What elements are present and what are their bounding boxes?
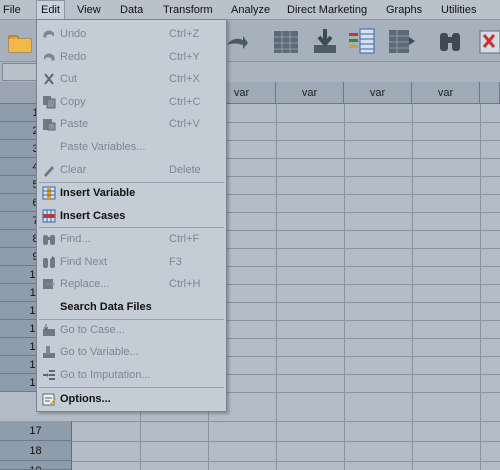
variables-icon[interactable] (346, 25, 378, 57)
menu-item-find[interactable]: Find... Ctrl+F (37, 228, 226, 250)
menu-item-label: Options... (60, 393, 111, 405)
menu-item-label: Go to Imputation... (60, 369, 151, 381)
menu-item-shortcut: Ctrl+V (169, 118, 200, 130)
menu-item-redo[interactable]: Redo Ctrl+Y (37, 46, 226, 68)
split-file-icon[interactable] (385, 25, 417, 57)
menu-item-label: Search Data Files (60, 301, 152, 313)
menu-item-label: Paste (60, 118, 89, 130)
edit-menu-dropdown: Undo Ctrl+Z Redo Ctrl+Y Cut Ctrl+X Copy … (36, 19, 227, 412)
go-to-case-icon (42, 323, 56, 337)
menu-item-label: Clear (60, 164, 87, 176)
find-next-icon (42, 255, 56, 269)
replace-icon (42, 277, 56, 291)
menu-direct-marketing[interactable]: Direct Marketing (287, 0, 367, 20)
menu-item-shortcut: Ctrl+X (169, 73, 200, 85)
menu-item-label: Undo (60, 28, 87, 40)
binoculars-icon[interactable] (434, 25, 466, 57)
menu-item-search-data-files[interactable]: Search Data Files (37, 296, 226, 318)
column-header[interactable]: var (276, 82, 344, 104)
menu-item-label: Cut (60, 73, 78, 85)
menu-item-label: Go to Case... (60, 324, 125, 336)
menu-edit[interactable]: Edit (36, 0, 65, 20)
menu-item-shortcut: Ctrl+F (169, 233, 200, 245)
menu-bar: File Edit View Data Transform Analyze Di… (0, 0, 500, 20)
menu-item-cut[interactable]: Cut Ctrl+X (37, 68, 226, 90)
grid-row-line (72, 421, 500, 422)
menu-analyze[interactable]: Analyze (231, 0, 270, 20)
menu-item-label: Go to Variable... (60, 346, 139, 358)
menu-item-shortcut: Ctrl+Z (169, 28, 200, 40)
menu-utilities[interactable]: Utilities (441, 0, 476, 20)
menu-item-label: Paste Variables... (60, 141, 146, 153)
cut-icon (42, 72, 56, 86)
menu-item-undo[interactable]: Undo Ctrl+Z (37, 23, 226, 45)
column-header[interactable]: var (412, 82, 480, 104)
menu-graphs[interactable]: Graphs (386, 0, 422, 20)
insert-cases-icon (42, 209, 56, 223)
redo-arrow-icon[interactable] (224, 25, 250, 57)
menu-item-go-to-imputation[interactable]: Go to Imputation... (37, 364, 226, 386)
menu-item-copy[interactable]: Copy Ctrl+C (37, 91, 226, 113)
download-icon[interactable] (309, 25, 341, 57)
menu-item-shortcut: Delete (169, 164, 201, 176)
menu-transform[interactable]: Transform (163, 0, 213, 20)
menu-data[interactable]: Data (120, 0, 143, 20)
go-to-imputation-icon (42, 368, 56, 382)
menu-item-clear[interactable]: Clear Delete (37, 159, 226, 181)
menu-item-shortcut: Ctrl+Y (169, 51, 200, 63)
menu-item-label: Find Next (60, 256, 108, 268)
menu-item-paste[interactable]: Paste Ctrl+V (37, 113, 226, 135)
column-header-partial[interactable] (480, 82, 500, 104)
menu-item-label: Find... (60, 233, 91, 245)
copy-icon (42, 95, 56, 109)
find-icon (42, 232, 56, 246)
value-labels-icon[interactable] (478, 25, 500, 57)
menu-file[interactable]: File (3, 0, 21, 20)
menu-item-find-next[interactable]: Find Next F3 (37, 251, 226, 273)
menu-item-insert-cases[interactable]: Insert Cases (37, 205, 226, 227)
menu-item-options[interactable]: Options... (37, 388, 226, 410)
menu-view[interactable]: View (77, 0, 101, 20)
options-icon (42, 392, 56, 406)
menu-item-shortcut: Ctrl+C (169, 96, 201, 108)
menu-item-replace[interactable]: Replace... Ctrl+H (37, 273, 226, 295)
menu-item-label: Redo (60, 51, 87, 63)
row-header[interactable]: 19 (0, 461, 72, 470)
row-header[interactable]: 18 (0, 441, 72, 461)
menu-item-label: Copy (60, 96, 86, 108)
column-header[interactable]: var (344, 82, 412, 104)
menu-item-label: Insert Cases (60, 210, 126, 222)
goto-case-icon[interactable] (270, 25, 302, 57)
menu-item-shortcut: Ctrl+H (169, 278, 201, 290)
open-folder-icon[interactable] (4, 25, 36, 57)
grid-row-line (72, 441, 500, 442)
menu-item-insert-variable[interactable]: Insert Variable (37, 182, 226, 204)
undo-icon (42, 27, 56, 41)
menu-item-paste-variables[interactable]: Paste Variables... (37, 136, 226, 158)
redo-icon (42, 50, 56, 64)
insert-variable-icon (42, 186, 56, 200)
menu-item-shortcut: F3 (169, 256, 182, 268)
menu-item-go-to-variable[interactable]: Go to Variable... (37, 341, 226, 363)
go-to-variable-icon (42, 345, 56, 359)
menu-item-go-to-case[interactable]: Go to Case... (37, 319, 226, 341)
grid-row-line (72, 461, 500, 462)
menu-item-label: Replace... (60, 278, 110, 290)
clear-icon (42, 163, 56, 177)
menu-item-label: Insert Variable (60, 187, 136, 199)
row-header[interactable]: 17 (0, 421, 72, 441)
paste-icon (42, 117, 56, 131)
